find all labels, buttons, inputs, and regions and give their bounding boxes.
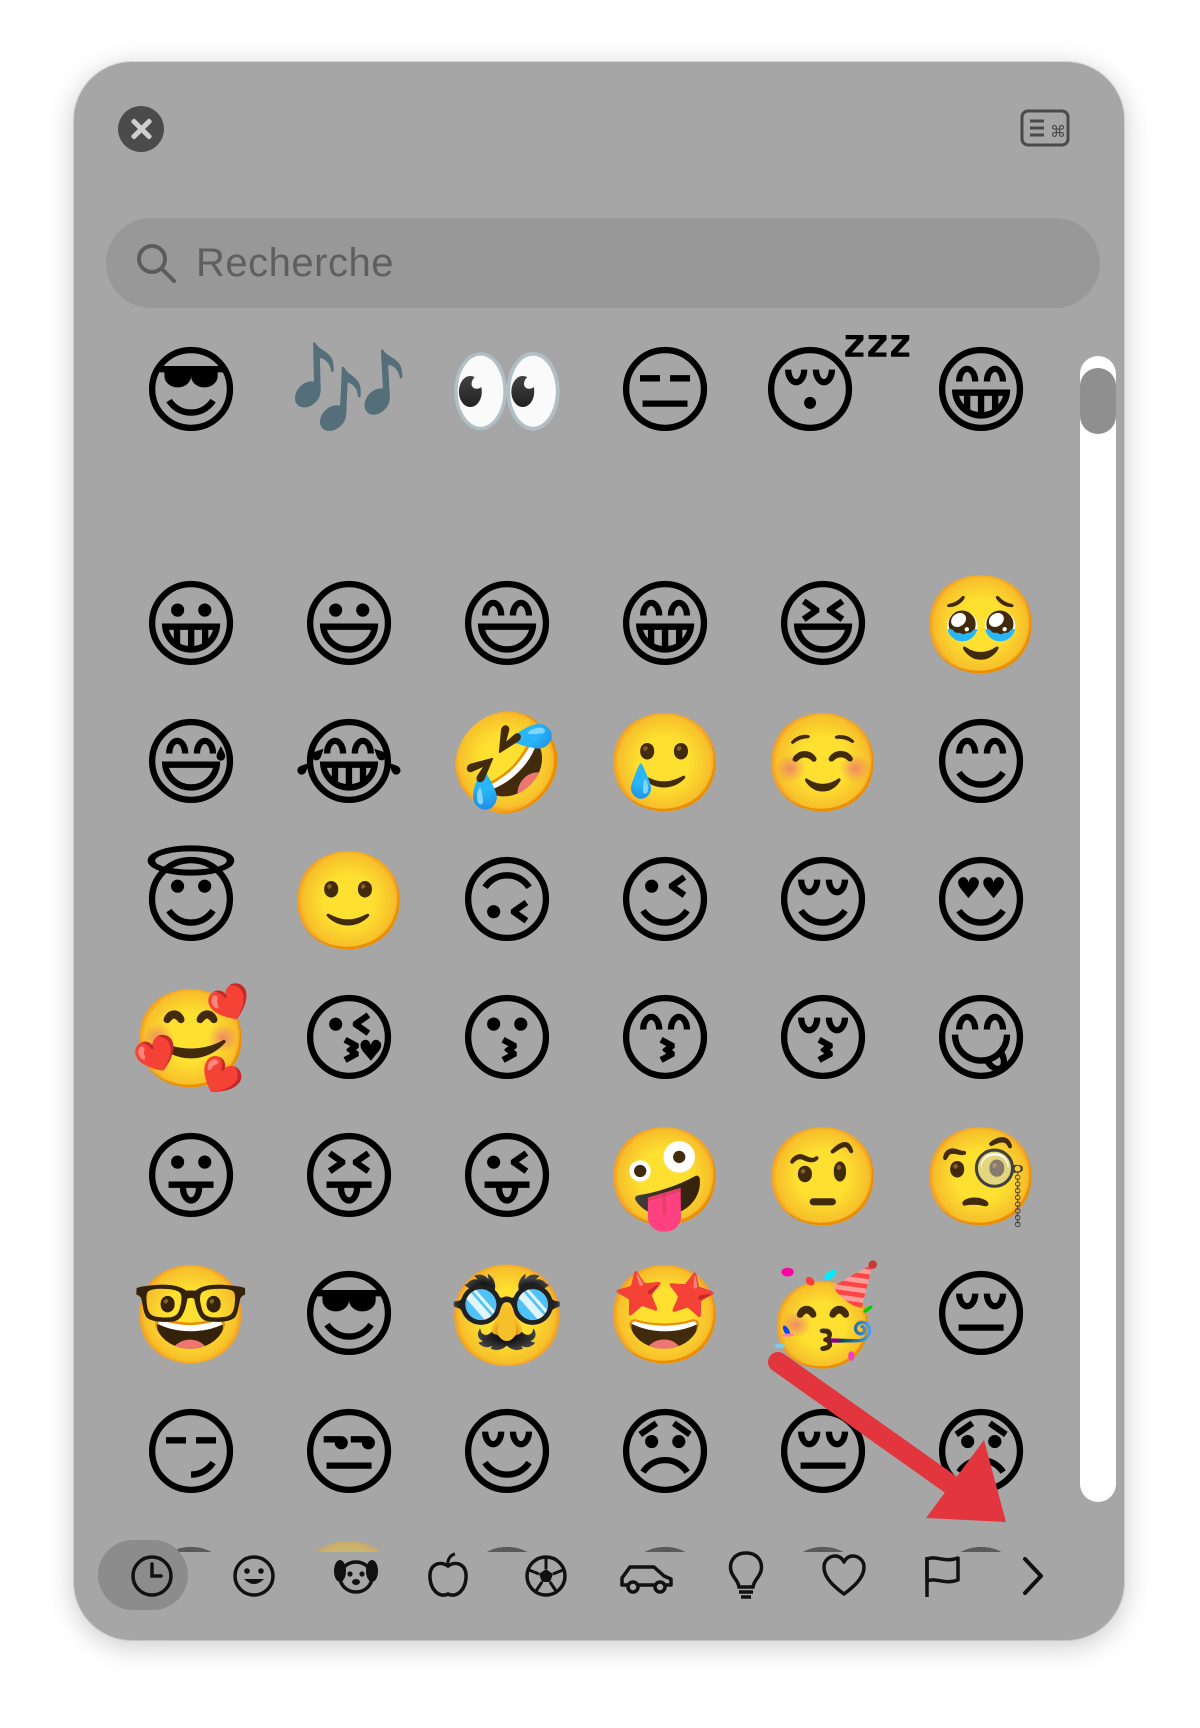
- category-bar: [74, 1540, 1124, 1640]
- dog-icon: [334, 1560, 378, 1594]
- tab-objects[interactable]: [716, 1546, 776, 1606]
- emoji-cell[interactable]: 😍: [918, 838, 1044, 964]
- emoji-cell[interactable]: 😒: [286, 1390, 412, 1516]
- emoji-cell[interactable]: 😟: [918, 1390, 1044, 1516]
- emoji-cell[interactable]: 😃: [286, 562, 412, 688]
- emoji-cell[interactable]: 😏: [128, 1390, 254, 1516]
- emoji-cell[interactable]: 😎: [286, 1252, 412, 1378]
- tab-travel[interactable]: [616, 1546, 676, 1606]
- emoji-cell[interactable]: 🙂: [286, 838, 412, 964]
- emoji-cell[interactable]: 😝: [286, 1114, 412, 1240]
- emoji-cell[interactable]: 😀: [128, 562, 254, 688]
- emoji-picker-panel: 😎 🎶 👀 😑 😴 😁 😀 😃 😄 😁 😆 🥹 😅 😂 🤣 🥲 ☺️ 😊 😇 🙂 🙃 😉 😌 😍 🥰 😘 😗 😙 😚 😋 😛 😝 😜 🤪 🤨 🧐 🤓 😎 🥸…: [74, 62, 1124, 1640]
- emoji-cell[interactable]: 🙃: [444, 838, 570, 964]
- emoji-cell[interactable]: 🤪: [602, 1114, 728, 1240]
- emoji-cell[interactable]: 😘: [286, 976, 412, 1102]
- emoji-cell[interactable]: 😂: [286, 700, 412, 826]
- tab-flags[interactable]: [912, 1546, 972, 1606]
- search-icon: [137, 244, 176, 283]
- smiley-icon: [233, 1555, 275, 1597]
- emoji-cell[interactable]: 😌: [444, 1390, 570, 1516]
- emoji-cell[interactable]: 😌: [760, 838, 886, 964]
- emoji-cell[interactable]: 🥰: [128, 976, 254, 1102]
- flag-icon: [925, 1556, 960, 1597]
- lightbulb-icon: [728, 1551, 764, 1599]
- emoji-cell[interactable]: 😊: [918, 700, 1044, 826]
- scrollbar-thumb[interactable]: [1080, 368, 1116, 434]
- emoji-cell[interactable]: 😁: [602, 562, 728, 688]
- emoji-cell[interactable]: 🤩: [602, 1252, 728, 1378]
- tab-activity[interactable]: [516, 1546, 576, 1606]
- tab-recent[interactable]: [98, 1540, 188, 1610]
- tab-food[interactable]: [418, 1546, 478, 1606]
- emoji-cell[interactable]: 😔: [918, 1252, 1044, 1378]
- emoji-cell[interactable]: 😄: [444, 562, 570, 688]
- emoji-cell[interactable]: 🤓: [128, 1252, 254, 1378]
- emoji-cell[interactable]: 😅: [128, 700, 254, 826]
- emoji-cell[interactable]: 😔: [760, 1390, 886, 1516]
- emoji-cell[interactable]: 😋: [918, 976, 1044, 1102]
- search-field[interactable]: Recherche: [106, 218, 1100, 308]
- heart-icon: [822, 1554, 866, 1596]
- apple-icon: [428, 1552, 468, 1597]
- emoji-cell[interactable]: 😜: [444, 1114, 570, 1240]
- emoji-cell[interactable]: 😗: [444, 976, 570, 1102]
- emoji-cell[interactable]: 🥲: [602, 700, 728, 826]
- emoji-cell[interactable]: 🤨: [760, 1114, 886, 1240]
- keyboard-icon: ⌘: [1020, 109, 1070, 147]
- next-category-button[interactable]: [1002, 1546, 1062, 1606]
- emoji-cell[interactable]: 👀: [444, 328, 570, 454]
- emoji-cell[interactable]: 😇: [128, 838, 254, 964]
- emoji-cell[interactable]: 😆: [760, 562, 886, 688]
- soccer-ball-icon: [525, 1555, 567, 1597]
- car-icon: [620, 1565, 673, 1594]
- scrollbar-track[interactable]: [1080, 356, 1116, 1502]
- character-viewer-button[interactable]: ⌘: [1020, 108, 1070, 148]
- close-button[interactable]: [118, 106, 164, 152]
- tab-animals[interactable]: [326, 1546, 386, 1606]
- emoji-cell[interactable]: ☺️: [760, 700, 886, 826]
- emoji-cell[interactable]: 😛: [128, 1114, 254, 1240]
- tab-symbols[interactable]: [814, 1546, 874, 1606]
- emoji-cell[interactable]: 😞: [602, 1390, 728, 1516]
- emoji-cell[interactable]: 😚: [760, 976, 886, 1102]
- emoji-cell[interactable]: 🤣: [444, 700, 570, 826]
- emoji-cell[interactable]: 😎: [128, 328, 254, 454]
- emoji-cell[interactable]: 😁: [918, 328, 1044, 454]
- emoji-cell[interactable]: 😉: [602, 838, 728, 964]
- emoji-cell[interactable]: 🥸: [444, 1252, 570, 1378]
- svg-text:⌘: ⌘: [1050, 122, 1066, 141]
- emoji-cell[interactable]: 🥳: [760, 1252, 886, 1378]
- emoji-cell[interactable]: 🧐: [918, 1114, 1044, 1240]
- emoji-cell[interactable]: 😙: [602, 976, 728, 1102]
- chevron-right-icon: [1023, 1557, 1043, 1595]
- emoji-cell[interactable]: 🎶: [286, 328, 412, 454]
- clock-icon: [131, 1555, 173, 1597]
- emoji-cell[interactable]: 🥹: [918, 562, 1044, 688]
- tab-smileys[interactable]: [224, 1546, 284, 1606]
- emoji-cell[interactable]: 😑: [602, 328, 728, 454]
- emoji-cell[interactable]: 😴: [760, 328, 914, 454]
- search-placeholder: Recherche: [196, 240, 394, 285]
